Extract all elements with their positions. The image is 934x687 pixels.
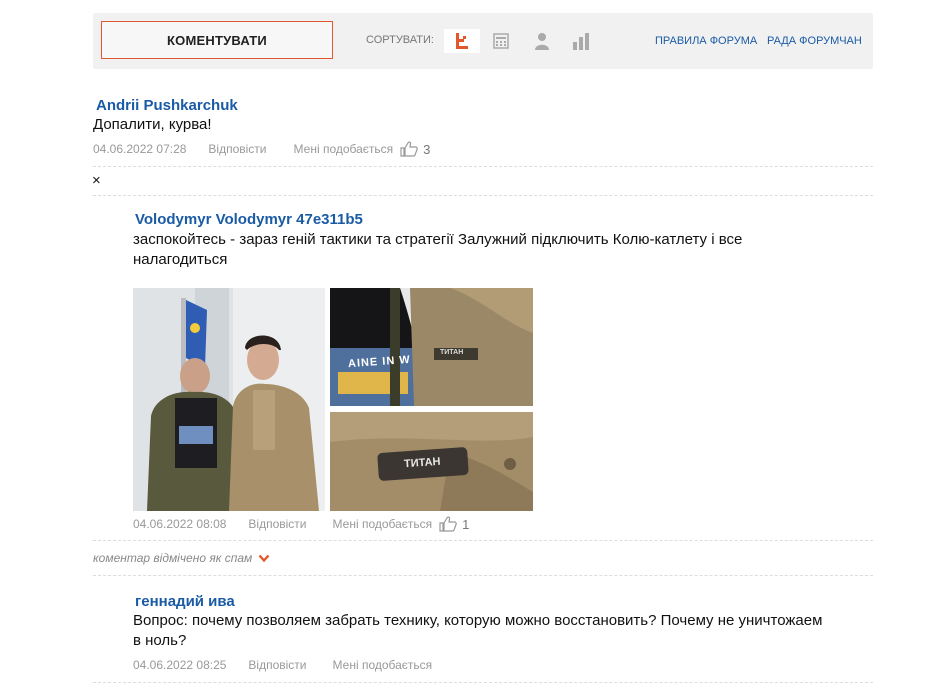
- sort-by-author-button[interactable]: [524, 29, 560, 53]
- comment-photo-main[interactable]: [133, 288, 325, 511]
- thread-tree-icon: [456, 33, 468, 49]
- comment-1: Andrii Pushkarchuk Допалити, курва! 04.0…: [93, 97, 873, 157]
- forum-rules-link[interactable]: ПРАВИЛА ФОРУМА: [655, 35, 757, 47]
- reply-link[interactable]: Відповісти: [248, 658, 306, 672]
- divider: [93, 166, 873, 167]
- bar-chart-icon: [573, 33, 589, 50]
- photo-patch-text: ТИТАН: [440, 349, 464, 356]
- like-link[interactable]: Мені подобається: [294, 142, 394, 156]
- comment-text-line: заспокойтесь - зараз геній тактики та ст…: [133, 231, 743, 248]
- sort-by-rating-button[interactable]: [563, 29, 599, 53]
- photo-patch-text: ТИТАН: [403, 455, 441, 471]
- reply-link[interactable]: Відповісти: [248, 517, 306, 531]
- comments-toolbar: КОМЕНТУВАТИ СОРТУВАТИ: ПРАВИЛА ФОРУМА РА…: [93, 13, 873, 69]
- like-link[interactable]: Мені подобається: [333, 658, 433, 672]
- divider: [93, 195, 873, 196]
- spam-note[interactable]: коментар відмічено як спам: [93, 551, 270, 565]
- comment-text: Допалити, курва!: [93, 116, 212, 133]
- comment-2: Volodymyr Volodymyr 47e311b5 заспокойтес…: [133, 211, 873, 270]
- divider: [93, 540, 873, 541]
- sort-by-date-button[interactable]: [483, 29, 519, 53]
- comment-photo-top-right[interactable]: AINE IN W ТИТАН: [330, 288, 533, 406]
- comment-text: Вопрос: почему позволяем забрать технику…: [133, 611, 873, 651]
- comment-button[interactable]: КОМЕНТУВАТИ: [101, 21, 333, 59]
- forum-council-link[interactable]: РАДА ФОРУМЧАН: [767, 35, 862, 47]
- comment-text-line: Вопрос: почему позволяем забрать технику…: [133, 612, 823, 629]
- divider: [93, 575, 873, 576]
- comment-author[interactable]: геннадий ива: [135, 593, 873, 610]
- comment-3: геннадий ива Вопрос: почему позволяем за…: [133, 593, 873, 672]
- sort-by-thread-button[interactable]: [444, 29, 480, 53]
- comment-date: 04.06.2022 07:28: [93, 142, 187, 156]
- comment-text: заспокойтесь - зараз геній тактики та ст…: [133, 230, 873, 270]
- spam-note-text: коментар відмічено як спам: [93, 551, 253, 565]
- thumbs-up-icon[interactable]: [400, 141, 418, 157]
- reply-link[interactable]: Відповісти: [208, 142, 266, 156]
- divider: [93, 682, 873, 683]
- likes-count: 3: [423, 141, 431, 157]
- collapse-icon[interactable]: ×: [92, 172, 101, 189]
- comment-author[interactable]: Volodymyr Volodymyr 47e311b5: [135, 211, 873, 228]
- comment-meta: 04.06.2022 07:28 Відповісти Мені подобає…: [93, 141, 873, 157]
- comment-photo-bottom-right[interactable]: ТИТАН: [330, 412, 533, 511]
- calendar-icon: [493, 33, 509, 49]
- comment-date: 04.06.2022 08:08: [133, 517, 227, 531]
- comment-meta: 04.06.2022 08:08 Відповісти Мені подобає…: [133, 516, 469, 532]
- chevron-down-icon[interactable]: [258, 554, 270, 563]
- likes-count: 1: [462, 516, 470, 532]
- comment-author[interactable]: Andrii Pushkarchuk: [96, 97, 873, 114]
- user-icon: [535, 33, 549, 50]
- comment-meta: 04.06.2022 08:25 Відповісти Мені подобає…: [133, 658, 873, 672]
- comment-text-line: в ноль?: [133, 632, 187, 649]
- thumbs-up-icon[interactable]: [439, 516, 457, 532]
- like-link[interactable]: Мені подобається: [333, 517, 433, 531]
- sort-label: СОРТУВАТИ:: [366, 34, 434, 46]
- comment-text-line: налагодиться: [133, 251, 228, 268]
- comment-date: 04.06.2022 08:25: [133, 658, 227, 672]
